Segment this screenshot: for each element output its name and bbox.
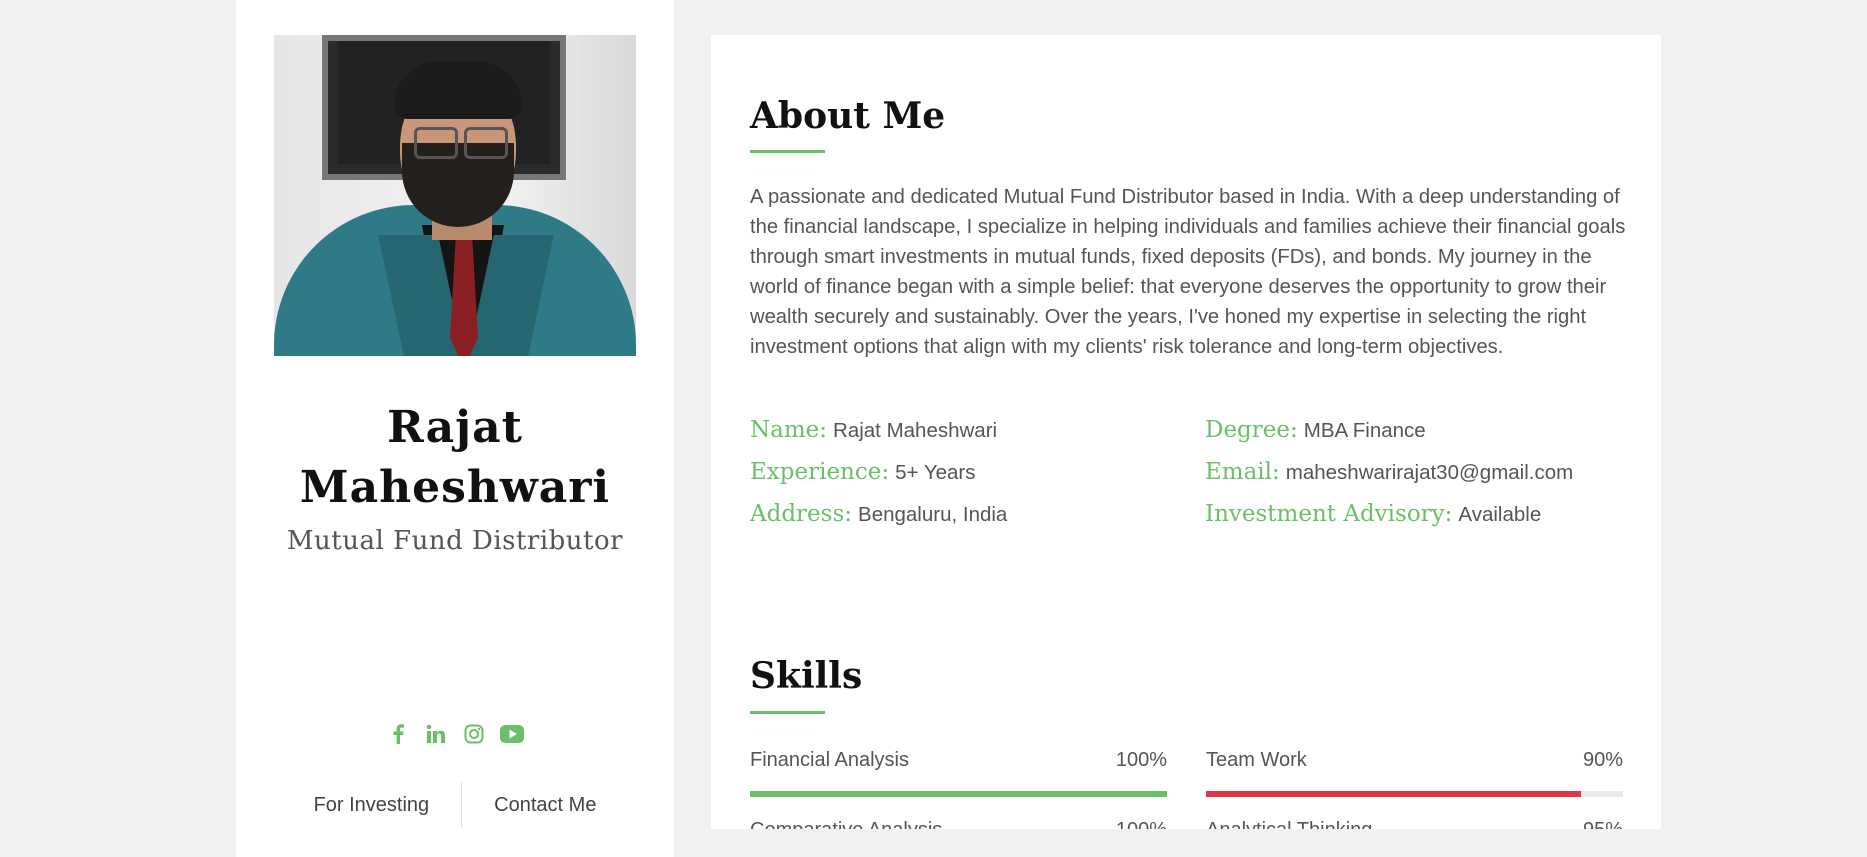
about-underline	[750, 150, 825, 153]
info-degree: Degree: MBA Finance	[1205, 415, 1630, 446]
info-label: Investment Advisory:	[1205, 501, 1453, 527]
info-label: Degree:	[1205, 417, 1298, 443]
info-address: Address: Bengaluru, India	[750, 499, 1205, 530]
skill-progress-fill	[750, 791, 1167, 797]
info-email: Email: maheshwarirajat30@gmail.com	[1205, 457, 1630, 488]
skill-item: Comparative Analysis 100%	[750, 815, 1167, 829]
contact-me-link[interactable]: Contact Me	[461, 782, 628, 828]
info-experience: Experience: 5+ Years	[750, 457, 1205, 488]
about-heading: About Me	[750, 95, 946, 137]
about-text: A passionate and dedicated Mutual Fund D…	[750, 186, 1626, 358]
info-name: Name: Rajat Maheshwari	[750, 415, 1205, 446]
info-value: Rajat Maheshwari	[833, 419, 998, 442]
youtube-icon[interactable]	[500, 722, 524, 746]
skill-name: Team Work	[1206, 749, 1307, 771]
skill-item: Financial Analysis 100%	[750, 745, 1167, 797]
info-value: Bengaluru, India	[858, 503, 1008, 526]
instagram-icon[interactable]	[462, 722, 486, 746]
profile-sidebar: Rajat Maheshwari Mutual Fund Distributor…	[236, 0, 674, 857]
facebook-icon[interactable]	[386, 722, 410, 746]
info-investment-advisory: Investment Advisory: Available	[1205, 499, 1630, 530]
skill-name: Financial Analysis	[750, 749, 909, 771]
profile-name: Rajat Maheshwari	[299, 402, 611, 513]
skill-percent: 100%	[1116, 815, 1167, 829]
skill-item: Analytical Thinking 95%	[1206, 815, 1623, 829]
skills-grid: Financial Analysis 100% Team Work 90% Compar…	[750, 745, 1623, 829]
info-label: Address:	[750, 501, 853, 527]
profile-photo	[274, 35, 636, 356]
linkedin-icon[interactable]	[424, 722, 448, 746]
skills-heading: Skills	[750, 655, 863, 697]
skill-progress-bar	[750, 791, 1167, 797]
sidebar-links: For Investing Contact Me	[236, 782, 674, 828]
info-value: Available	[1458, 503, 1542, 526]
content-card: About Me A passionate and dedicated Mutu…	[711, 35, 1661, 829]
social-links	[236, 722, 674, 746]
skill-progress-fill	[1206, 791, 1582, 797]
for-investing-link[interactable]: For Investing	[282, 782, 462, 828]
skill-header: Analytical Thinking 95%	[1206, 815, 1623, 829]
skill-percent: 95%	[1583, 815, 1623, 829]
skill-item: Team Work 90%	[1206, 745, 1623, 797]
info-value: MBA Finance	[1303, 419, 1426, 442]
skill-name: Analytical Thinking	[1206, 815, 1372, 829]
profile-role: Mutual Fund Distributor	[286, 526, 624, 556]
info-value: maheshwarirajat30@gmail.com	[1285, 461, 1574, 484]
info-value: 5+ Years	[895, 461, 976, 484]
info-label: Experience:	[750, 459, 890, 485]
info-grid: Name: Rajat Maheshwari Degree: MBA Finance…	[750, 415, 1630, 530]
skill-progress-bar	[1206, 791, 1623, 797]
skill-percent: 100%	[1115, 749, 1167, 771]
info-label: Name:	[750, 417, 828, 443]
skill-header: Financial Analysis 100%	[750, 745, 1167, 775]
skill-percent: 90%	[1582, 749, 1623, 771]
skill-header: Team Work 90%	[1206, 745, 1623, 775]
info-label: Email:	[1205, 459, 1280, 485]
skills-underline	[750, 711, 825, 714]
skill-name: Comparative Analysis	[750, 815, 942, 829]
skill-header: Comparative Analysis 100%	[750, 815, 1167, 829]
